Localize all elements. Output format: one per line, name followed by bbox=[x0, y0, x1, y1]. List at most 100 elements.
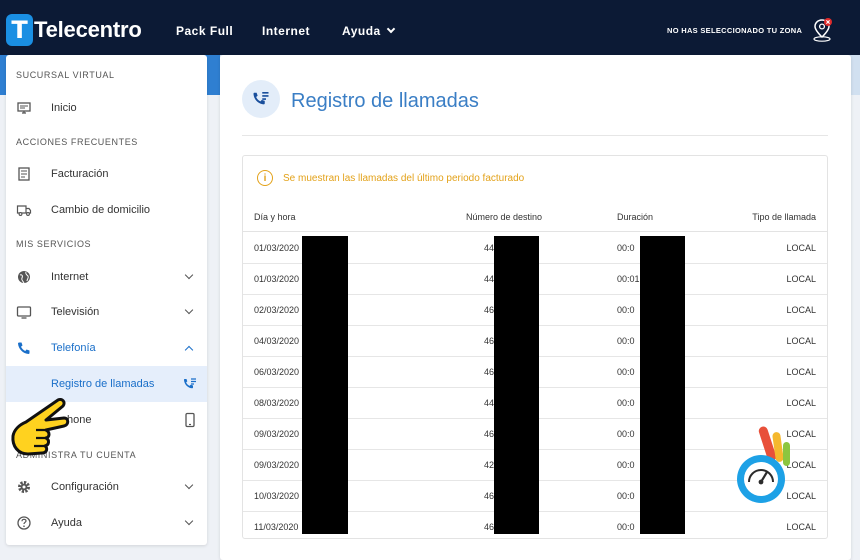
monitor-icon bbox=[17, 102, 31, 114]
sidebar-item-internet[interactable]: Internet bbox=[6, 259, 207, 295]
cell-date: 04/03/2020 bbox=[254, 336, 300, 346]
sidebar-item-label: Configuración bbox=[51, 481, 119, 493]
phone-list-icon bbox=[184, 378, 196, 389]
cell-number: 42 bbox=[484, 460, 495, 470]
tv-icon bbox=[16, 306, 32, 319]
sidebar-item-label: Ayuda bbox=[51, 517, 82, 529]
cell-type: LOCAL bbox=[786, 274, 816, 284]
sidebar-item-label: Televisión bbox=[51, 306, 100, 318]
sidebar-item-label: Registro de llamadas bbox=[51, 378, 155, 390]
sidebar-item-television[interactable]: Televisión bbox=[6, 294, 207, 330]
top-navbar: T Telecentro Pack Full Internet Ayuda NO… bbox=[0, 0, 860, 55]
chevron-up-icon bbox=[184, 345, 194, 355]
cell-date: 01/03/2020 bbox=[254, 274, 300, 284]
cell-number: 46 bbox=[484, 305, 495, 315]
cell-number: 46 bbox=[484, 522, 495, 532]
cell-type: LOCAL bbox=[786, 398, 816, 408]
cell-number: 46 bbox=[484, 491, 495, 501]
receipt-icon bbox=[18, 167, 30, 181]
column-header-type: Tipo de llamada bbox=[752, 212, 816, 222]
section-sucursal-virtual: SUCURSAL VIRTUAL bbox=[16, 70, 115, 80]
telecentro-logo-icon: T bbox=[6, 14, 33, 46]
cell-date: 06/03/2020 bbox=[254, 367, 300, 377]
sidebar-item-inicio[interactable]: Inicio bbox=[6, 90, 207, 126]
cell-date: 08/03/2020 bbox=[254, 398, 300, 408]
column-header-duration: Duración bbox=[617, 212, 654, 222]
nav-internet[interactable]: Internet bbox=[262, 24, 310, 38]
cell-duration: 00:0 bbox=[617, 398, 635, 408]
globe-icon bbox=[18, 271, 30, 284]
title-icon-wrap bbox=[242, 80, 280, 118]
sidebar-item-telefonia[interactable]: Telefonía bbox=[6, 330, 207, 366]
redaction-box bbox=[302, 236, 348, 534]
location-pin-icon[interactable] bbox=[812, 17, 834, 43]
sidebar-item-facturacion[interactable]: Facturación bbox=[6, 156, 207, 192]
redaction-box bbox=[494, 236, 539, 534]
sidebar-item-label: Cambio de domicilio bbox=[51, 204, 151, 216]
cell-duration: 00:0 bbox=[617, 429, 635, 439]
cell-duration: 00:0 bbox=[617, 243, 635, 253]
redaction-box bbox=[640, 236, 685, 534]
chevron-down-icon bbox=[184, 480, 194, 490]
cell-number: 46 bbox=[484, 429, 495, 439]
cell-date: 01/03/2020 bbox=[254, 243, 300, 253]
cell-duration: 00:0 bbox=[617, 522, 635, 532]
zone-status[interactable]: NO HAS SELECCIONADO TU ZONA bbox=[667, 26, 802, 35]
nav-ayuda[interactable]: Ayuda bbox=[342, 24, 395, 38]
info-notice: i Se muestran las llamadas del último pe… bbox=[257, 170, 524, 186]
phone-list-icon bbox=[253, 91, 269, 105]
sidebar-item-label: Facturación bbox=[51, 168, 109, 180]
cell-type: LOCAL bbox=[786, 243, 816, 253]
table-header: Día y hora Número de destino Duración Ti… bbox=[243, 206, 827, 232]
column-header-number: Número de destino bbox=[466, 212, 543, 222]
speedometer-widget-icon[interactable] bbox=[733, 422, 798, 507]
cell-date: 11/03/2020 bbox=[254, 522, 299, 532]
chevron-down-icon bbox=[386, 24, 395, 34]
cell-number: 44 bbox=[484, 398, 495, 408]
gear-icon bbox=[18, 481, 30, 493]
sidebar-item-ayuda[interactable]: Ayuda bbox=[6, 505, 207, 541]
title-divider bbox=[242, 135, 828, 136]
cell-number: 44 bbox=[484, 243, 495, 253]
sidebar-item-cambio-domicilio[interactable]: Cambio de domicilio bbox=[6, 192, 207, 228]
sidebar-item-configuracion[interactable]: Configuración bbox=[6, 469, 207, 505]
brand-name: Telecentro bbox=[34, 17, 142, 42]
cell-number: 46 bbox=[484, 367, 495, 377]
cell-duration: 00:0 bbox=[617, 491, 635, 501]
cell-duration: 00:0 bbox=[617, 305, 635, 315]
cell-type: LOCAL bbox=[786, 522, 816, 532]
cell-type: LOCAL bbox=[786, 305, 816, 315]
section-mis-servicios: MIS SERVICIOS bbox=[16, 239, 92, 249]
pointing-hand-icon bbox=[11, 398, 70, 456]
help-circle-icon bbox=[17, 516, 31, 530]
truck-icon bbox=[16, 205, 32, 216]
brand-logo[interactable]: T Telecentro bbox=[6, 14, 142, 46]
cell-type: LOCAL bbox=[786, 336, 816, 346]
phone-icon bbox=[18, 342, 30, 354]
chevron-down-icon bbox=[184, 516, 194, 526]
cell-duration: 00:0 bbox=[617, 367, 635, 377]
cell-duration: 00:0 bbox=[617, 336, 635, 346]
cell-type: LOCAL bbox=[786, 367, 816, 377]
info-icon: i bbox=[257, 170, 273, 186]
page-title: Registro de llamadas bbox=[291, 90, 479, 112]
chevron-down-icon bbox=[184, 270, 194, 280]
nav-pack-full[interactable]: Pack Full bbox=[176, 24, 233, 38]
sidebar-item-label: Internet bbox=[51, 271, 89, 283]
cell-date: 09/03/2020 bbox=[254, 429, 300, 439]
chevron-down-icon bbox=[184, 305, 194, 315]
sidebar-item-label: Telefonía bbox=[51, 342, 96, 354]
nav-ayuda-label: Ayuda bbox=[342, 24, 381, 38]
sidebar-item-label: Inicio bbox=[51, 102, 77, 114]
cell-number: 46 bbox=[484, 336, 495, 346]
smartphone-icon bbox=[185, 412, 195, 428]
cell-date: 10/03/2020 bbox=[254, 491, 300, 501]
cell-duration: 00:0 bbox=[617, 460, 635, 470]
cell-number: 44 bbox=[484, 274, 495, 284]
cell-date: 09/03/2020 bbox=[254, 460, 300, 470]
column-header-date: Día y hora bbox=[254, 212, 296, 222]
cell-date: 02/03/2020 bbox=[254, 305, 300, 315]
sidebar: SUCURSAL VIRTUAL Inicio ACCIONES FRECUEN… bbox=[6, 55, 207, 545]
notice-text: Se muestran las llamadas del último peri… bbox=[283, 172, 525, 184]
section-acciones-frecuentes: ACCIONES FRECUENTES bbox=[16, 137, 138, 147]
